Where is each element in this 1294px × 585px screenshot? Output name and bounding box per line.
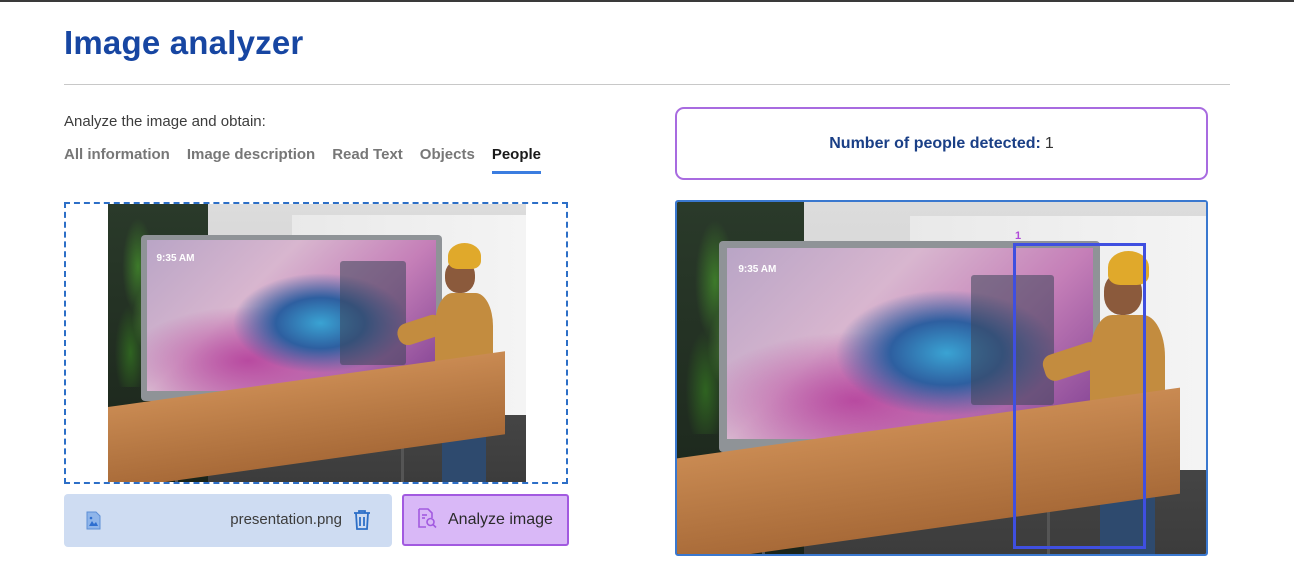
tab-objects[interactable]: Objects <box>420 146 475 174</box>
tab-all-information[interactable]: All information <box>64 146 170 174</box>
tab-people[interactable]: People <box>491 146 541 174</box>
trash-icon[interactable] <box>352 509 372 531</box>
screen-clock-text: 9:35 AM <box>156 252 195 264</box>
tab-read-text[interactable]: Read Text <box>332 146 403 174</box>
file-name: presentation.png <box>230 511 342 528</box>
analyze-subtitle: Analyze the image and obtain: <box>64 113 266 130</box>
image-dropzone[interactable]: 9:35 AM <box>64 202 568 484</box>
analyze-image-label: Analyze image <box>448 511 553 528</box>
selected-file-bar: presentation.png <box>64 494 392 547</box>
person-bounding-box <box>1013 243 1146 549</box>
title-divider <box>64 84 1230 85</box>
people-count-result: Number of people detected: 1 <box>675 107 1208 180</box>
image-file-icon <box>86 511 101 530</box>
tab-image-description[interactable]: Image description <box>187 146 315 174</box>
uploaded-image-preview: 9:35 AM <box>108 204 526 482</box>
people-count-label: Number of people detected: <box>829 134 1041 152</box>
screen-clock-text: 9:35 AM <box>738 263 777 275</box>
page-title: Image analyzer <box>64 24 304 61</box>
top-border <box>0 0 1294 2</box>
analyze-image-button[interactable]: Analyze image <box>402 494 569 546</box>
analysis-tabs: All information Image description Read T… <box>64 146 541 174</box>
people-count-value: 1 <box>1044 134 1054 152</box>
detection-label: 1 <box>1015 230 1022 242</box>
document-search-icon <box>416 507 438 534</box>
analyzed-image: 9:35 AM 1 <box>675 200 1208 556</box>
